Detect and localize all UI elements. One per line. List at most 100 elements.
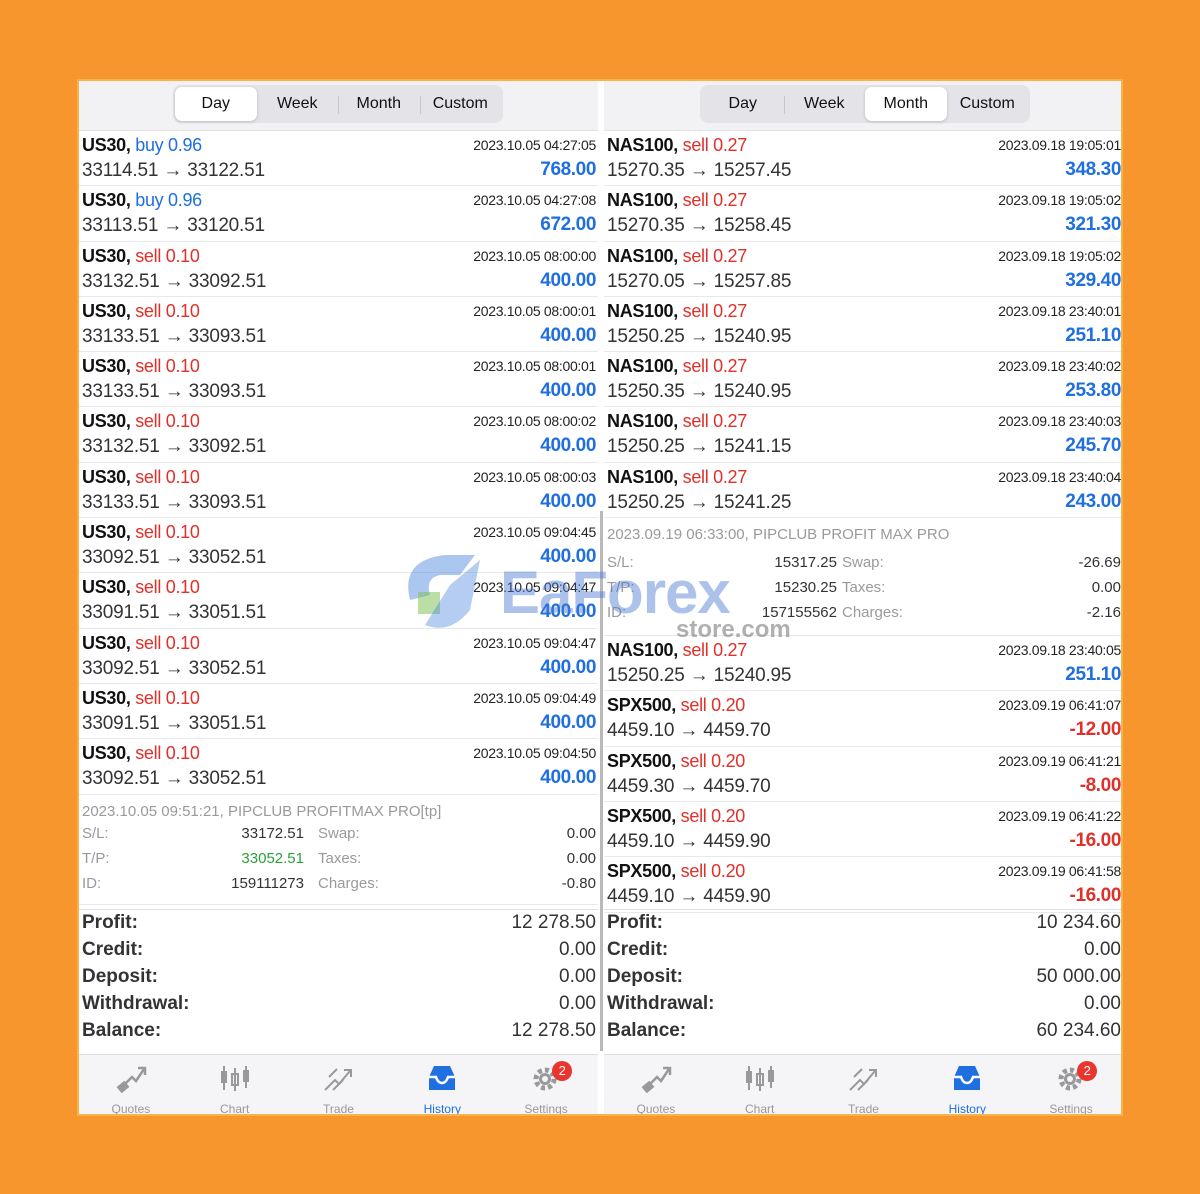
total-value: 0.00: [559, 993, 596, 1014]
period-tab-custom[interactable]: Custom: [947, 87, 1029, 121]
deal-close-price: 33051.51: [188, 602, 267, 624]
period-tab-day[interactable]: Day: [175, 87, 257, 121]
deal-prices: 15270.35 → 15258.45: [607, 215, 791, 237]
deal-time: 2023.09.19 06:41:21: [998, 752, 1121, 769]
deal-side-volume: sell 0.27: [682, 411, 748, 432]
deal-symbol: US30, sell 0.10: [82, 411, 200, 432]
deal-open-price: 15250.25: [607, 665, 685, 687]
total-label: Deposit:: [607, 966, 683, 987]
deal-side-volume: sell 0.27: [682, 135, 748, 155]
deal-side-volume: buy 0.96: [135, 135, 202, 155]
deal-open-price: 15270.05: [607, 270, 685, 292]
tab-chart[interactable]: Chart: [708, 1055, 812, 1116]
deal-side-volume: sell 0.20: [680, 805, 746, 826]
chart-icon: [743, 1055, 777, 1098]
deal-row[interactable]: NAS100, sell 0.27 2023.09.18 23:40:02 1525…: [604, 352, 1121, 408]
deal-row[interactable]: US30, sell 0.10 2023.10.05 09:04:47 33091.…: [79, 573, 598, 629]
deal-prices: 33092.51 → 33052.51: [82, 768, 266, 790]
deal-time: 2023.10.05 04:27:05: [473, 137, 596, 153]
deal-row[interactable]: US30, sell 0.10 2023.10.05 09:04:45 33092.…: [79, 518, 598, 574]
tab-label: Trade: [848, 1102, 879, 1116]
arrow-right-icon: →: [674, 886, 704, 908]
deal-row[interactable]: US30, buy 0.96 2023.10.05 04:27:05 33114.5…: [79, 131, 598, 187]
deal-symbol: US30, sell 0.10: [82, 522, 200, 543]
deal-time: 2023.09.19 06:41:07: [998, 697, 1121, 714]
period-tab-week[interactable]: Week: [783, 87, 866, 121]
deal-profit: 400.00: [540, 435, 596, 457]
arrow-right-icon: →: [159, 602, 189, 624]
deal-row[interactable]: SPX500, sell 0.20 2023.09.19 06:41:21 4459…: [604, 747, 1121, 802]
deal-detail: 2023.10.05 09:51:21, PIPCLUB PROFITMAX P…: [79, 794, 598, 905]
deal-row[interactable]: US30, sell 0.10 2023.10.05 08:00:01 33133.…: [79, 352, 598, 408]
deal-row[interactable]: NAS100, sell 0.27 2023.09.18 23:40:01 1525…: [604, 297, 1121, 353]
deal-row[interactable]: SPX500, sell 0.20 2023.09.19 06:41:07 4459…: [604, 691, 1121, 747]
deal-time: 2023.09.18 23:40:04: [998, 468, 1121, 485]
deal-profit: 243.00: [1065, 490, 1121, 512]
detail-label: T/P:: [82, 849, 110, 867]
period-tab-day[interactable]: Day: [702, 87, 784, 121]
period-tab-week[interactable]: Week: [257, 87, 339, 121]
quotes-icon: [639, 1055, 673, 1098]
deal-row[interactable]: NAS100, sell 0.27 2023.09.18 23:40:04 1525…: [604, 463, 1121, 519]
deal-row[interactable]: US30, sell 0.10 2023.10.05 08:00:03 33133.…: [79, 463, 598, 519]
deal-profit: -16.00: [1069, 829, 1121, 851]
deal-time: 2023.10.05 08:00:00: [473, 247, 596, 264]
deal-row[interactable]: US30, sell 0.10 2023.10.05 09:04:50 33092.…: [79, 739, 598, 795]
deal-row[interactable]: US30, sell 0.10 2023.10.05 09:04:47 33092.…: [79, 629, 598, 684]
deal-close-price: 33122.51: [187, 160, 265, 181]
deal-row[interactable]: NAS100, sell 0.27 2023.09.18 23:40:03 1525…: [604, 407, 1121, 463]
deal-close-price: 15241.15: [713, 436, 792, 458]
tab-trade[interactable]: Trade: [287, 1055, 391, 1114]
deal-row[interactable]: NAS100, sell 0.27 2023.09.18 19:05:01 1527…: [604, 131, 1121, 187]
arrow-right-icon: →: [158, 215, 188, 237]
tab-label: Chart: [745, 1102, 775, 1116]
tab-quotes[interactable]: Quotes: [79, 1055, 183, 1116]
deal-prices: 33133.51 → 33093.51: [82, 492, 266, 514]
deal-row[interactable]: SPX500, sell 0.20 2023.09.19 06:41:22 4459…: [604, 802, 1121, 858]
tab-trade[interactable]: Trade: [812, 1055, 916, 1116]
deal-row[interactable]: NAS100, sell 0.27 2023.09.18 19:05:02 1527…: [604, 186, 1121, 242]
tab-label: Quotes: [111, 1102, 151, 1116]
total-value: 0.00: [559, 939, 596, 960]
tab-history[interactable]: History: [915, 1055, 1019, 1114]
deal-time: 2023.09.18 23:40:05: [998, 642, 1121, 659]
period-tab-month[interactable]: Month: [338, 87, 420, 121]
arrow-right-icon: →: [684, 436, 714, 458]
deal-profit: 251.10: [1065, 664, 1121, 686]
deal-close-price: 33052.51: [188, 657, 267, 679]
deal-profit: 400.00: [540, 490, 596, 512]
deal-row[interactable]: US30, sell 0.10 2023.10.05 09:04:49 33091.…: [79, 684, 598, 740]
deal-profit: -16.00: [1069, 885, 1121, 907]
deal-profit: 251.10: [1065, 324, 1121, 346]
deal-row[interactable]: SPX500, sell 0.20 2023.09.19 06:41:58 4459…: [604, 857, 1121, 913]
total-row: Credit: 0.00: [79, 937, 598, 964]
deal-symbol: NAS100, sell 0.27: [607, 466, 747, 487]
deal-row[interactable]: US30, sell 0.10 2023.10.05 08:00:02 33132.…: [79, 407, 598, 463]
total-label: Balance:: [82, 1020, 162, 1041]
deal-open-price: 33113.51: [82, 215, 159, 237]
period-segmented-control: Day Week Month Custom: [700, 85, 1030, 123]
deal-prices: 4459.10 → 4459.70: [607, 720, 771, 742]
period-tab-custom[interactable]: Custom: [419, 87, 502, 121]
deal-open-price: 4459.30: [607, 775, 675, 797]
deal-close-price: 15240.95: [713, 325, 792, 347]
deal-open-price: 15250.35: [607, 381, 685, 403]
deal-open-price: 33092.51: [82, 547, 160, 569]
tab-history[interactable]: History: [390, 1055, 494, 1114]
deal-side-volume: sell 0.10: [135, 577, 200, 598]
deal-close-price: 15257.85: [713, 270, 792, 292]
tab-quotes[interactable]: Quotes: [604, 1055, 708, 1114]
deal-row[interactable]: US30, buy 0.96 2023.10.05 04:27:08 33113.5…: [79, 186, 598, 242]
deal-row[interactable]: US30, sell 0.10 2023.10.05 08:00:00 33132.…: [79, 242, 598, 297]
tab-settings[interactable]: Settings 2: [1019, 1055, 1121, 1116]
tab-settings[interactable]: Settings 2: [494, 1055, 598, 1114]
period-tab-month[interactable]: Month: [865, 87, 947, 121]
deal-row[interactable]: NAS100, sell 0.27 2023.09.18 19:05:02 1527…: [604, 242, 1121, 297]
detail-label: Swap:: [318, 824, 360, 842]
deal-side-volume: sell 0.27: [682, 356, 748, 377]
deal-row[interactable]: NAS100, sell 0.27 2023.09.18 23:40:05 1525…: [604, 636, 1121, 692]
arrow-right-icon: →: [684, 270, 714, 292]
deal-row[interactable]: US30, sell 0.10 2023.10.05 08:00:01 33133.…: [79, 297, 598, 353]
tab-chart[interactable]: Chart: [183, 1055, 287, 1114]
tab-label: Settings: [1049, 1102, 1093, 1116]
